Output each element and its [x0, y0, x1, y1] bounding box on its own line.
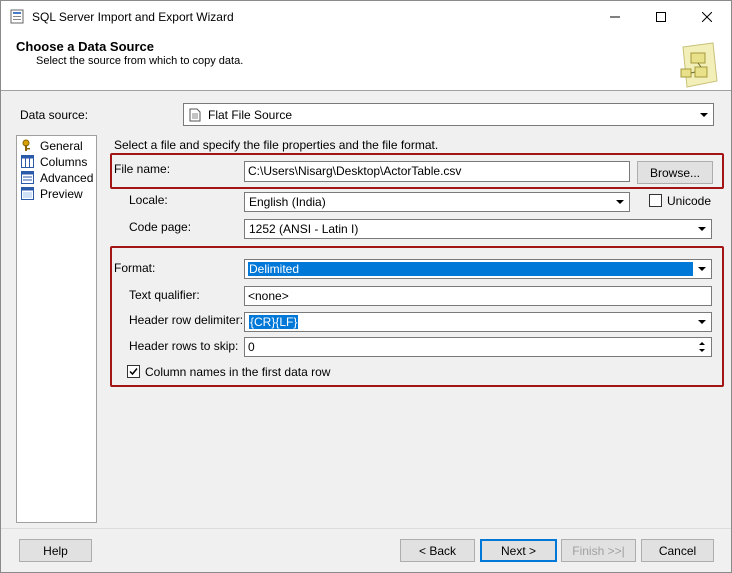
next-button[interactable]: Next > — [480, 539, 557, 562]
data-source-combo[interactable]: Flat File Source — [183, 103, 714, 126]
general-icon — [22, 139, 30, 151]
cancel-button[interactable]: Cancel — [641, 539, 714, 562]
chevron-down-icon[interactable] — [694, 314, 710, 330]
chevron-down-icon[interactable] — [694, 261, 710, 277]
code-page-value: 1252 (ANSI - Latin I) — [249, 222, 359, 236]
header-row-delimiter-combo[interactable]: {CR}{LF} — [244, 312, 712, 332]
data-source-value: Flat File Source — [208, 108, 293, 122]
wizard-window: SQL Server Import and Export Wizard Choo… — [0, 0, 732, 573]
maximize-icon — [656, 11, 666, 22]
nav-item-label: General — [40, 138, 83, 153]
header-row-delimiter-value: {CR}{LF} — [249, 315, 299, 329]
nav-item-columns[interactable]: Columns — [21, 154, 87, 169]
page-subtitle: Select the source from which to copy dat… — [36, 55, 244, 67]
code-page-label: Code page: — [129, 220, 192, 234]
help-button[interactable]: Help — [19, 539, 92, 562]
chevron-down-icon[interactable] — [696, 105, 712, 124]
locale-combo[interactable]: English (India) — [244, 192, 630, 212]
minimize-button[interactable] — [592, 1, 638, 32]
format-label: Format: — [114, 261, 156, 275]
instruction-text: Select a file and specify the file prope… — [114, 138, 439, 152]
finish-button[interactable]: Finish >>| — [561, 539, 636, 562]
unicode-checkbox[interactable] — [649, 194, 662, 207]
back-button[interactable]: < Back — [400, 539, 475, 562]
file-name-label: File name: — [114, 162, 171, 176]
text-qualifier-value: <none> — [248, 289, 289, 303]
nav-item-label: Advanced — [40, 170, 94, 185]
nav-item-preview[interactable]: Preview — [21, 186, 83, 201]
nav-item-advanced[interactable]: Advanced — [21, 170, 93, 185]
unicode-label: Unicode — [667, 194, 712, 208]
data-source-label: Data source: — [20, 108, 89, 122]
window-title: SQL Server Import and Export Wizard — [32, 10, 234, 24]
maximize-button[interactable] — [638, 1, 684, 32]
locale-value: English (India) — [249, 195, 326, 209]
chevron-down-icon[interactable] — [694, 221, 710, 237]
nav-item-label: Columns — [40, 154, 88, 169]
header-row-delimiter-label: Header row delimiter: — [129, 313, 244, 327]
chevron-down-icon[interactable] — [612, 194, 628, 210]
header-rows-to-skip-label: Header rows to skip: — [129, 339, 239, 353]
spin-up-icon[interactable] — [699, 342, 705, 345]
header-rows-to-skip-stepper[interactable]: 0 — [244, 337, 712, 357]
title-bar: SQL Server Import and Export Wizard — [1, 1, 731, 32]
advanced-icon — [21, 171, 34, 184]
footer-divider — [1, 528, 731, 529]
nav-item-label: Preview — [40, 186, 83, 201]
column-names-label: Column names in the first data row — [145, 365, 331, 379]
browse-button[interactable]: Browse... — [637, 161, 713, 184]
wizard-header: Choose a Data Source Select the source f… — [1, 32, 731, 91]
close-icon — [702, 11, 712, 22]
option-nav: General Columns Advanced Preview — [16, 135, 97, 523]
wizard-graphic-icon — [680, 42, 718, 88]
preview-icon — [21, 187, 34, 200]
close-button[interactable] — [684, 1, 730, 32]
column-names-checkbox[interactable] — [127, 365, 140, 378]
file-name-value: C:\Users\Nisarg\Desktop\ActorTable.csv — [248, 164, 462, 178]
format-value: Delimited — [248, 262, 693, 276]
text-qualifier-input[interactable]: <none> — [244, 286, 712, 306]
nav-item-general[interactable]: General — [21, 138, 83, 153]
header-rows-to-skip-value: 0 — [248, 340, 255, 354]
checkmark-icon — [129, 368, 138, 376]
spin-down-icon[interactable] — [699, 349, 705, 352]
spin-buttons[interactable] — [695, 339, 710, 355]
code-page-combo[interactable]: 1252 (ANSI - Latin I) — [244, 219, 712, 239]
columns-icon — [21, 155, 34, 168]
format-combo[interactable]: Delimited — [244, 259, 712, 279]
page-title: Choose a Data Source — [16, 39, 154, 54]
locale-label: Locale: — [129, 193, 168, 207]
file-name-input[interactable]: C:\Users\Nisarg\Desktop\ActorTable.csv — [244, 161, 630, 182]
text-qualifier-label: Text qualifier: — [129, 288, 200, 302]
minimize-icon — [610, 16, 620, 17]
flat-file-icon — [189, 108, 201, 122]
app-icon — [10, 9, 24, 24]
